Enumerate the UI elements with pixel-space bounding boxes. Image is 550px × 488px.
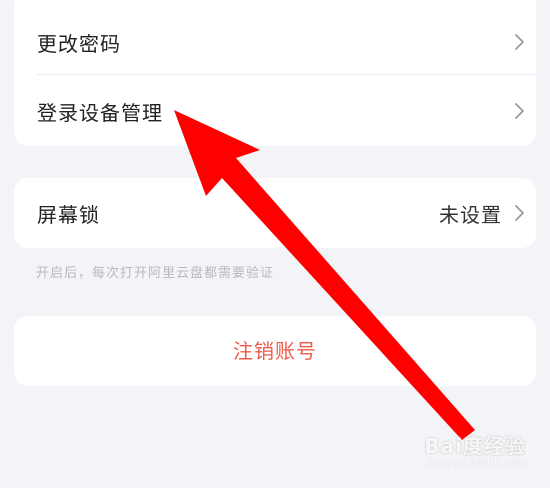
chevron-right-icon: [515, 34, 524, 50]
logout-button[interactable]: 注销账号: [14, 316, 536, 386]
change-password-row[interactable]: 更改密码: [14, 7, 536, 77]
screen-lock-row[interactable]: 屏幕锁 未设置: [14, 178, 536, 248]
chevron-right-icon: [515, 205, 524, 221]
screen-lock-label: 屏幕锁: [37, 202, 100, 227]
settings-screen: 更改密码 登录设备管理 屏幕锁 未设置 开启后，每次打开阿里云盘都需要验证 注销…: [0, 0, 550, 488]
divider: [37, 74, 536, 75]
screen-lock-hint: 开启后，每次打开阿里云盘都需要验证: [36, 266, 275, 281]
watermark-brand: Bai度经验: [424, 434, 526, 458]
logout-card: 注销账号: [14, 316, 536, 386]
screen-lock-value: 未设置: [439, 202, 502, 227]
change-password-label: 更改密码: [37, 31, 121, 56]
watermark-url: jingyan.baidu.com: [426, 456, 528, 469]
screen-lock-card: 屏幕锁 未设置: [14, 178, 536, 248]
account-security-card: 更改密码 登录设备管理: [14, 0, 536, 146]
device-management-row[interactable]: 登录设备管理: [14, 76, 536, 146]
device-management-label: 登录设备管理: [37, 100, 163, 125]
baidu-jingyan-watermark: Bai度经验 jingyan.baidu.com: [408, 426, 528, 476]
chevron-right-icon: [515, 103, 524, 119]
